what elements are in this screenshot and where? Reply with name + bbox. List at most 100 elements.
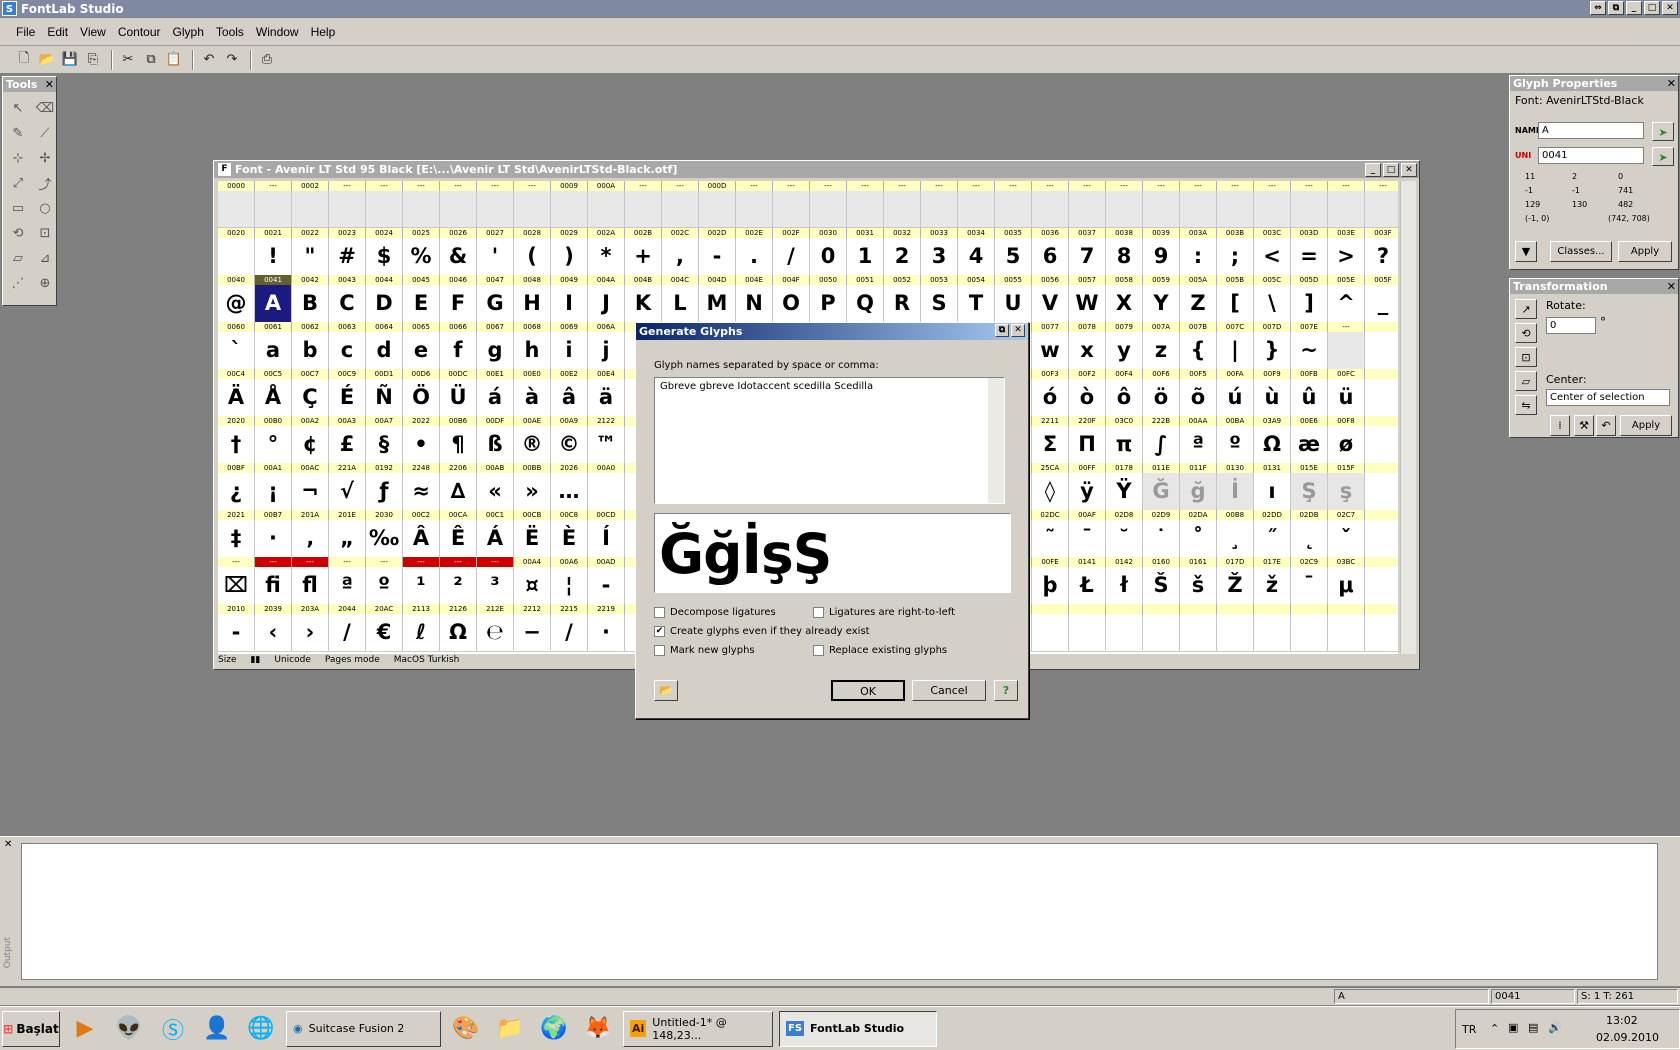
apply-button[interactable]: Apply — [1620, 415, 1672, 436]
glyph-cell[interactable]: D — [366, 285, 403, 323]
glyph-cell[interactable] — [514, 191, 551, 228]
glyph-cell[interactable]: õ — [1180, 379, 1217, 417]
glyph-cell[interactable] — [1328, 614, 1365, 652]
tangent-tool-icon[interactable]: ⤴ — [35, 173, 55, 193]
glyph-cell[interactable] — [1365, 520, 1398, 558]
glyph-cell[interactable]: A — [255, 285, 292, 323]
glyph-cell[interactable]: ˝ — [1254, 520, 1291, 558]
glyph-cell[interactable]: ù — [1254, 379, 1291, 417]
glyph-cell[interactable] — [1328, 191, 1365, 228]
close-icon[interactable]: ✕ — [4, 839, 12, 850]
glyph-cell[interactable]: H — [514, 285, 551, 323]
language-indicator[interactable]: TR — [1462, 1023, 1476, 1036]
glyph-cell[interactable] — [218, 238, 255, 276]
unicode-selector[interactable]: Unicode — [274, 655, 311, 665]
center-select[interactable]: Center of selection — [1546, 389, 1670, 406]
glyph-cell[interactable]: Ñ — [366, 379, 403, 417]
glyph-cell[interactable]: ! — [255, 238, 292, 276]
glyph-cell[interactable]: f — [440, 332, 477, 370]
glyph-cell[interactable]: 4 — [958, 238, 995, 276]
zoom-tool-icon[interactable]: ⊕ — [35, 273, 55, 293]
glyph-cell[interactable]: / — [773, 238, 810, 276]
undo-transform-icon[interactable]: ↶ — [1596, 415, 1616, 436]
glyph-cell[interactable]: ◊ — [1032, 473, 1069, 511]
glyph-cell[interactable]: Ş — [1291, 473, 1328, 511]
skype-icon[interactable]: Ⓢ — [154, 1010, 192, 1048]
minimize-button[interactable]: _ — [1626, 1, 1642, 15]
glyph-names-field[interactable]: Gbreve gbreve Idotaccent scedilla Scedil… — [654, 377, 1005, 504]
copy-icon[interactable]: ⧉ — [141, 50, 161, 70]
glyph-cell[interactable]: ˜ — [1032, 520, 1069, 558]
glyph-cell[interactable]: G — [477, 285, 514, 323]
glyph-cell[interactable]: © — [551, 426, 588, 464]
glyph-cell[interactable] — [699, 191, 736, 228]
menu-view[interactable]: View — [80, 25, 106, 39]
glyph-cell[interactable] — [1365, 191, 1398, 228]
glyph-cell[interactable] — [1143, 614, 1180, 652]
taskbar-suitcase[interactable]: ◉ Suitcase Fusion 2 — [286, 1010, 441, 1047]
glyph-cell[interactable]: ‡ — [218, 520, 255, 558]
glyph-cell[interactable]: Í — [588, 520, 625, 558]
ok-button[interactable]: OK — [831, 680, 905, 701]
move-icon[interactable]: ↗ — [1515, 299, 1537, 319]
save-all-icon[interactable]: ⎘ — [83, 50, 103, 70]
glyph-cell[interactable]: a — [255, 332, 292, 370]
restore-arrows-icon[interactable]: ⇔ — [1590, 1, 1606, 15]
glyph-cell[interactable] — [477, 191, 514, 228]
glyph-cell[interactable]: „ — [329, 520, 366, 558]
glyph-cell[interactable]: _ — [1365, 285, 1398, 323]
glyph-cell[interactable]: ˚ — [1180, 520, 1217, 558]
glyph-cell[interactable]: Σ — [1032, 426, 1069, 464]
close-icon[interactable]: ✕ — [1667, 279, 1676, 294]
glyph-cell[interactable] — [1254, 191, 1291, 228]
glyph-cell[interactable]: ⌧ — [218, 567, 255, 605]
menu-window[interactable]: Window — [256, 25, 299, 39]
glyph-cell[interactable]: ¬ — [292, 473, 329, 511]
glyph-cell[interactable]: L — [662, 285, 699, 323]
glyph-cell[interactable] — [662, 191, 699, 228]
glyph-cell[interactable]: æ — [1291, 426, 1328, 464]
new-file-icon[interactable]: 🗋 — [14, 50, 34, 70]
close-icon[interactable]: ✕ — [1011, 324, 1025, 337]
glyph-cell[interactable]: 1 — [847, 238, 884, 276]
glyph-cell[interactable]: − — [514, 614, 551, 652]
glyph-cell[interactable]: I — [551, 285, 588, 323]
glyph-cell[interactable]: ž — [1254, 567, 1291, 605]
glyph-cell[interactable]: ∫ — [1143, 426, 1180, 464]
ellipse-tool-icon[interactable]: ○ — [35, 198, 55, 218]
glyph-cell[interactable]: ¦ — [551, 567, 588, 605]
glyph-cell[interactable]: º — [1217, 426, 1254, 464]
glyph-cell[interactable]: · — [588, 614, 625, 652]
glyph-cell[interactable]: û — [1291, 379, 1328, 417]
glyph-cell[interactable]: Ç — [292, 379, 329, 417]
glyph-cell[interactable]: \ — [1254, 285, 1291, 323]
glyph-cell[interactable]: w — [1032, 332, 1069, 370]
glyph-cell[interactable]: b — [292, 332, 329, 370]
glyph-cell[interactable]: - — [699, 238, 736, 276]
glyph-cell[interactable] — [1365, 379, 1398, 417]
glyph-cell[interactable]: Ž — [1217, 567, 1254, 605]
menu-glyph[interactable]: Glyph — [173, 25, 204, 39]
glyph-cell[interactable]: % — [403, 238, 440, 276]
glyph-cell[interactable]: ş — [1328, 473, 1365, 511]
glyph-cell[interactable]: Ê — [440, 520, 477, 558]
scale-tool-icon[interactable]: ⊡ — [35, 223, 55, 243]
glyph-cell[interactable]: İ — [1217, 473, 1254, 511]
apply-arrow-icon[interactable]: ➤ — [1652, 122, 1674, 141]
glyph-cell[interactable] — [255, 191, 292, 228]
menu-tools[interactable]: Tools — [216, 25, 244, 39]
glyph-cell[interactable]: ö — [1143, 379, 1180, 417]
glyph-cell[interactable] — [292, 191, 329, 228]
glyph-cell[interactable] — [1106, 614, 1143, 652]
glyph-cell[interactable] — [588, 473, 625, 511]
glyph-cell[interactable] — [366, 191, 403, 228]
glyph-cell[interactable]: Ä — [218, 379, 255, 417]
folder-icon[interactable]: 📁 — [491, 1010, 529, 1048]
glyph-cell[interactable]: " — [292, 238, 329, 276]
glyph-cell[interactable]: ƒ — [366, 473, 403, 511]
maximize-button[interactable]: □ — [1644, 1, 1660, 15]
glyph-cell[interactable]: Q — [847, 285, 884, 323]
glyph-cell[interactable]: š — [1180, 567, 1217, 605]
undo-icon[interactable]: ↶ — [199, 50, 219, 70]
glyph-cell[interactable]: ° — [255, 426, 292, 464]
